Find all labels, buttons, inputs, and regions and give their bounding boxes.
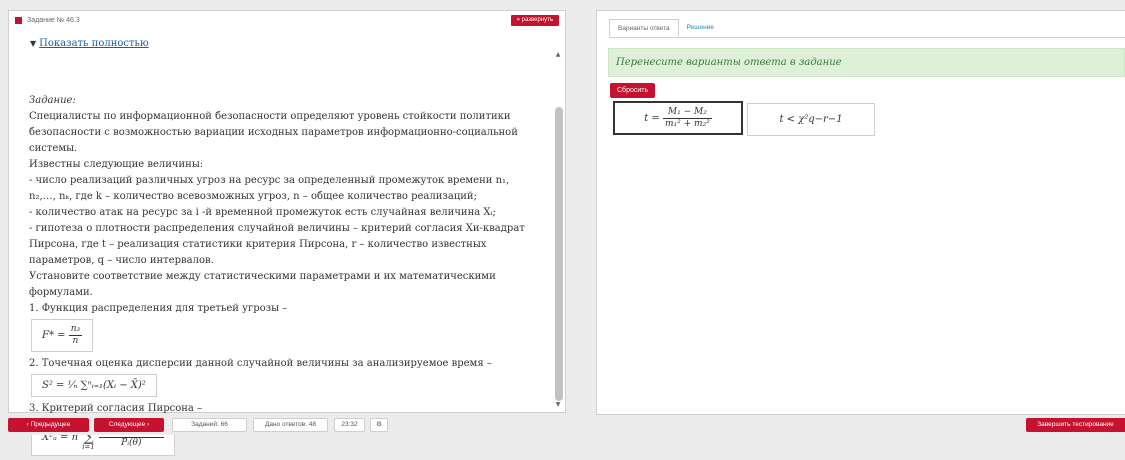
next-button[interactable]: Следующее › [94,418,164,432]
task-body: Задание: Специалисты по информационной б… [29,93,539,460]
tasks-count: Заданий: 66 [172,418,247,432]
triangle-down-icon: ▼ [30,39,37,48]
task-paragraph: - гипотеза о плотности распределения слу… [29,223,525,266]
scroll-thumb[interactable] [555,107,563,401]
task-title: Задание: [29,95,76,106]
task-paragraph: - число реализаций различных угроз на ре… [29,175,510,202]
settings-button[interactable]: ⚙ [370,418,388,432]
sum-lower: i=1 [82,443,95,451]
fraction-denominator: n [72,336,79,346]
task-header: Задание № 46.3 [9,11,565,29]
reset-button[interactable]: Сбросить [610,83,656,98]
answer-tabs: Варианты ответа Решение [609,19,722,37]
item-2-formula: S² = ¹⁄ₙ ∑ⁿᵢ₌₁(Xᵢ − X̄)² [31,374,157,397]
item-1-formula: F* = n₃ n [31,319,94,352]
formula-fraction: n₃ n [68,324,83,347]
tabs-divider [609,37,1125,38]
answers-count: Дано ответов: 48 [253,418,328,432]
fraction-denominator: m₁² + m₂² [665,118,710,129]
task-scrollbar[interactable]: ▲ ▼ [554,51,563,409]
timer: 23:32 [334,418,365,432]
answer-panel: Варианты ответа Решение Перенесите вариа… [596,10,1125,415]
item-2-label: 2. Точечная оценка дисперсии данной случ… [29,358,492,369]
task-paragraph: - количество атак на ресурс за i -й врем… [29,207,496,218]
task-number: Задание № 46.3 [27,16,80,24]
scroll-down-icon[interactable]: ▼ [554,401,562,409]
hint-banner: Перенесите варианты ответа в задание [608,48,1125,77]
formula-lhs: F* = [42,330,66,341]
expand-button[interactable]: » развернуть [510,15,559,26]
task-paragraph: Специалисты по информационной безопаснос… [29,111,518,154]
task-marker-icon [15,16,22,24]
show-full-label: Показать полностью [39,38,149,49]
answer-fraction: M₁ − M₂ m₁² + m₂² [663,107,712,130]
task-paragraph: Установите соответствие между статистиче… [29,271,496,298]
formula-text: S² = ¹⁄ₙ ∑ⁿᵢ₌₁(Xᵢ − X̄)² [42,380,146,391]
finish-button[interactable]: Завершить тестирование [1026,418,1125,432]
fraction-numerator: n₃ [68,324,83,336]
show-full-link[interactable]: ▼ Показать полностью [30,38,149,49]
answer-card[interactable]: t < χ²q−r−1 [747,103,875,136]
scroll-up-icon[interactable]: ▲ [554,51,562,59]
answer-lhs: t = [644,112,660,124]
prev-button[interactable]: ‹ Предыдущее [8,418,89,432]
fraction-denominator: Pᵢ(θ) [121,438,142,448]
tab-solution[interactable]: Решение [679,19,722,37]
answer-card[interactable]: t = M₁ − M₂ m₁² + m₂² [613,101,743,135]
task-paragraph: Известны следующие величины: [29,159,204,170]
task-panel: Задание № 46.3 » развернуть ▼ Показать по… [8,10,566,456]
fraction-numerator: M₁ − M₂ [663,107,712,119]
gear-icon: ⚙ [376,421,382,428]
item-1-label: 1. Функция распределения для третьей угр… [29,303,288,314]
scroll-track [555,59,563,401]
tab-answer-options[interactable]: Варианты ответа [609,19,679,37]
bottom-toolbar: ‹ Предыдущее Следующее › Заданий: 66 Дан… [0,415,1125,435]
answer-text: t < χ²q−r−1 [779,114,843,125]
